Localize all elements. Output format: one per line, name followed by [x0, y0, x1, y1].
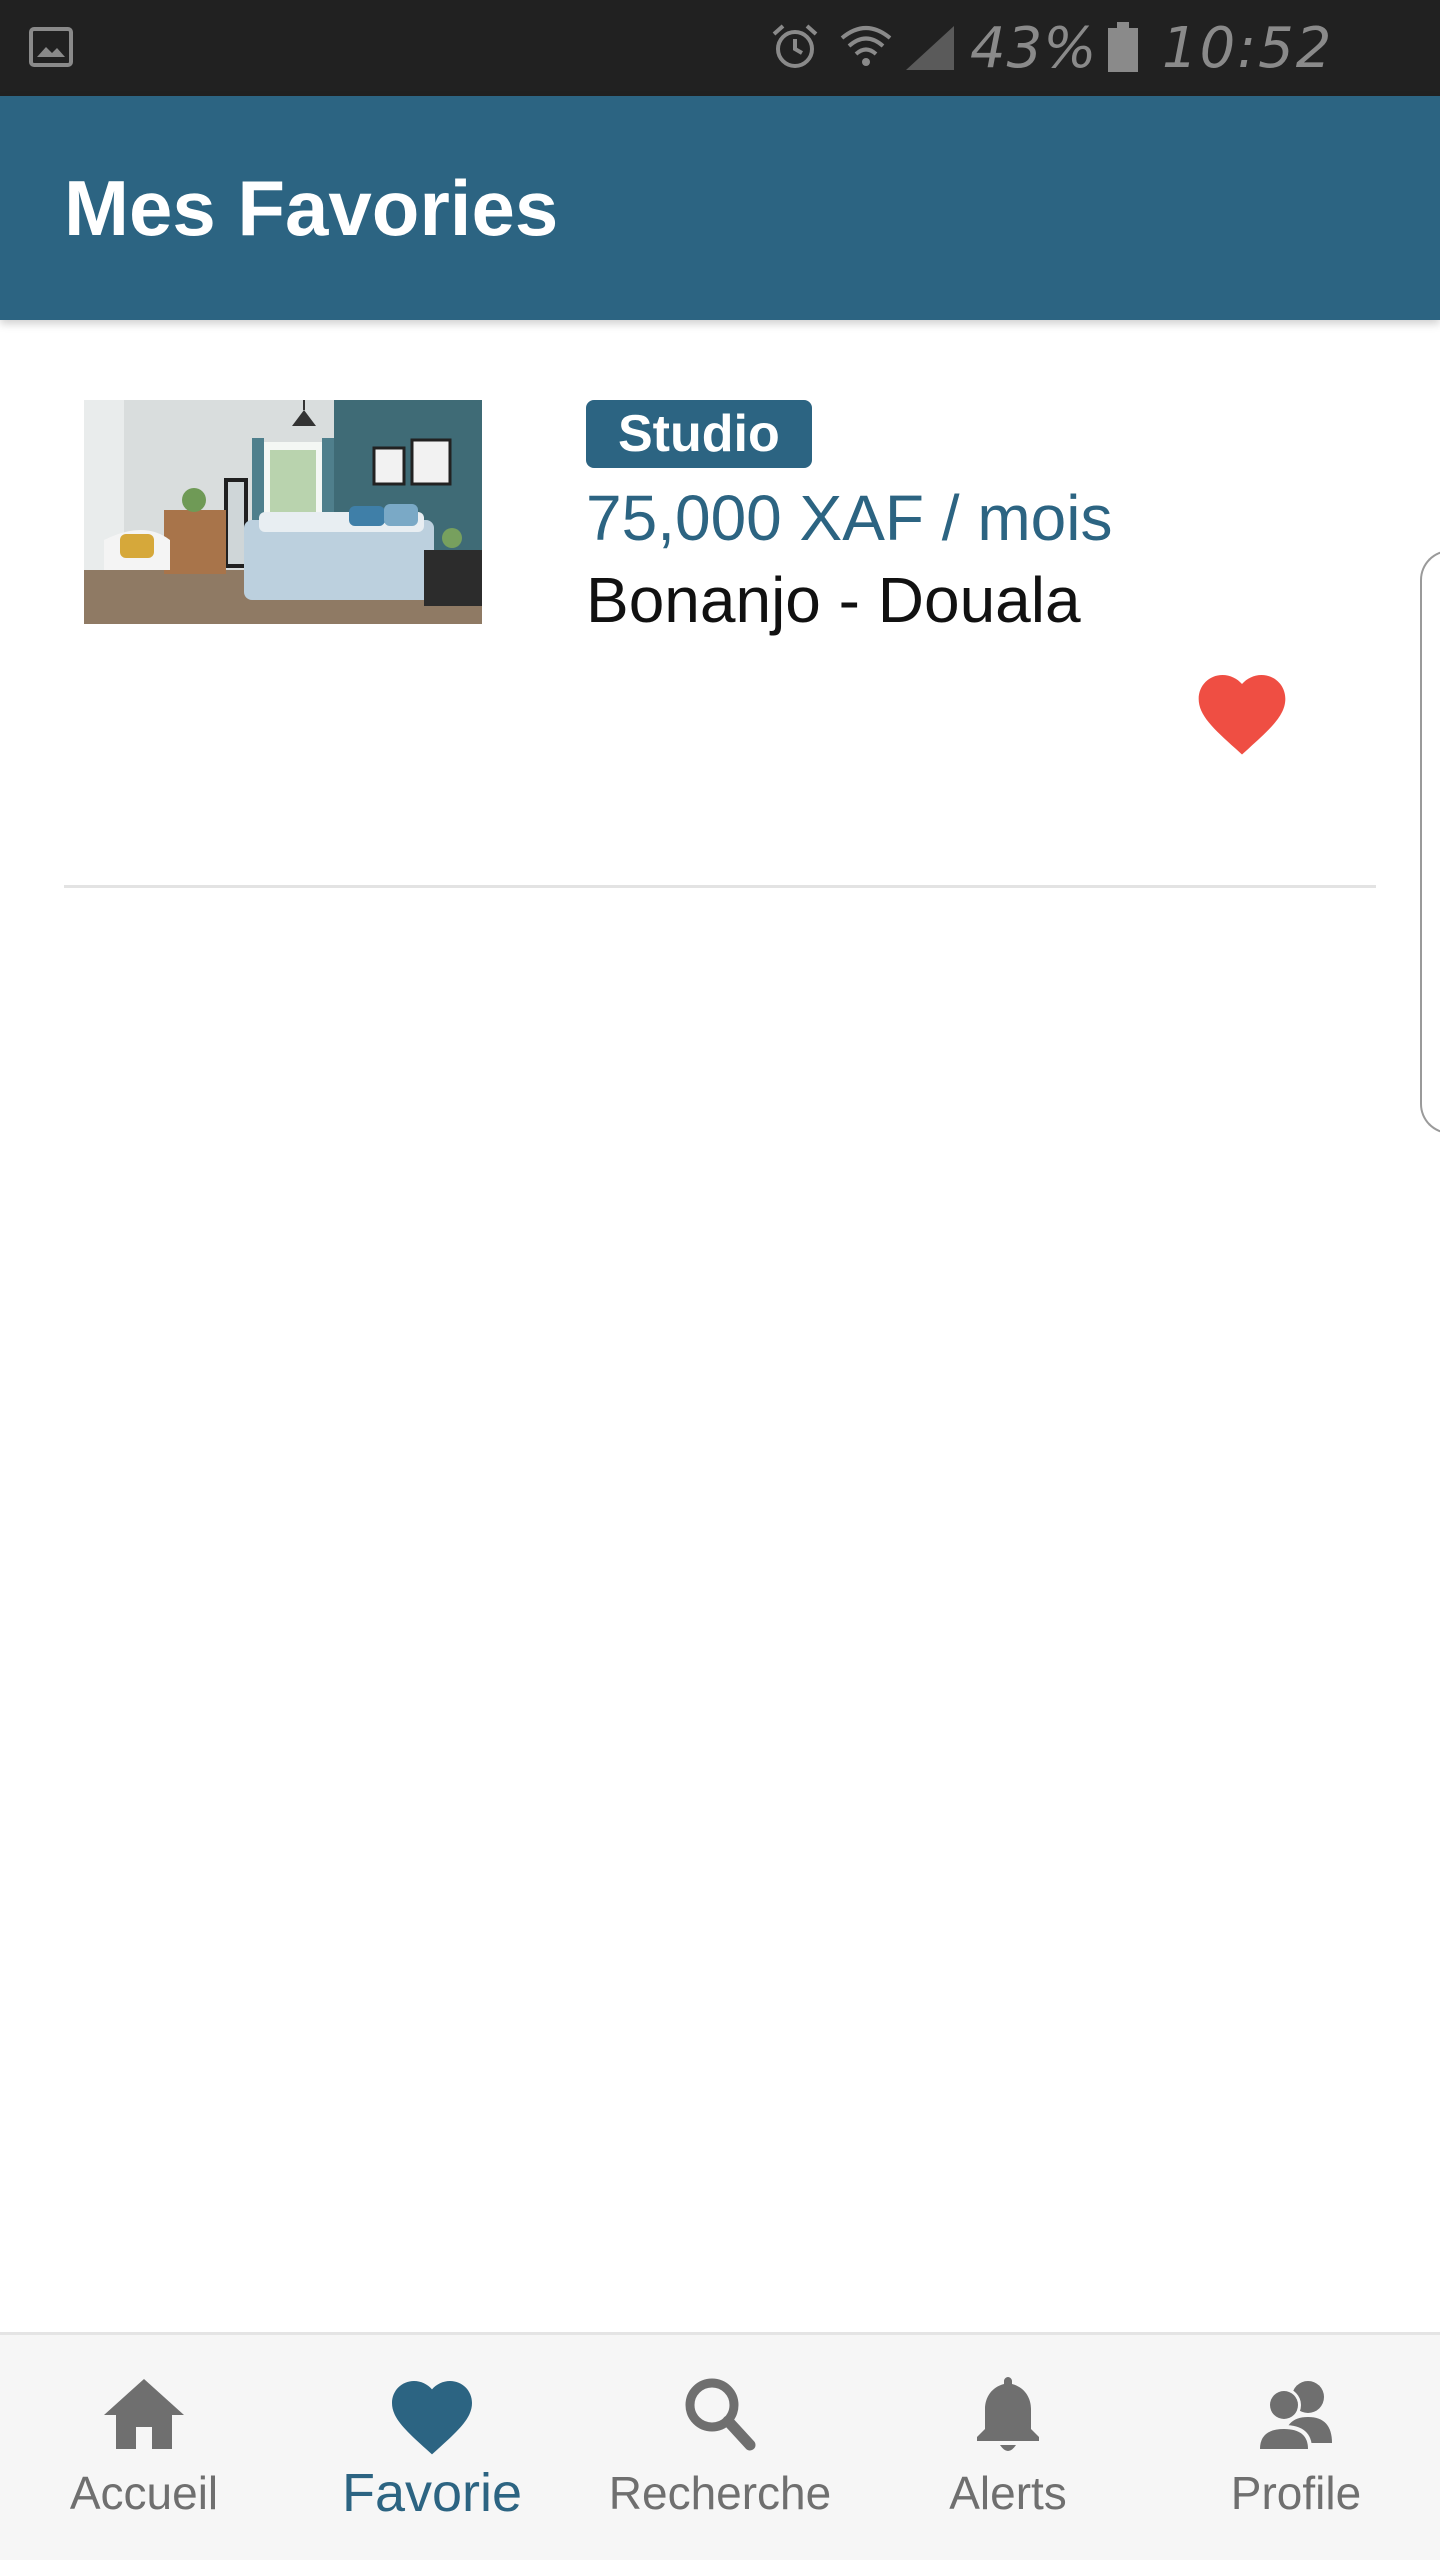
home-icon	[104, 2379, 184, 2449]
listing-location: Bonanjo - Douala	[586, 564, 1081, 636]
bottom-navigation: Accueil Favorie Recherche Alerts Profile	[0, 2332, 1440, 2560]
nav-label-accueil: Accueil	[69, 2467, 219, 2519]
users-icon	[1256, 2381, 1332, 2449]
bell-icon	[977, 2377, 1039, 2451]
battery-percentage: 43%	[970, 16, 1098, 81]
property-type-badge: Studio	[586, 400, 812, 468]
heart-icon	[392, 2381, 472, 2455]
edge-panel-handle[interactable]	[1420, 550, 1440, 1134]
listing-thumbnail[interactable]	[84, 400, 482, 624]
page-title: Mes Favories	[64, 164, 559, 252]
status-bar: 43% 10:52 AM	[0, 0, 1440, 151]
wifi-icon	[840, 26, 892, 66]
signal-icon	[906, 26, 954, 70]
listing-price: 75,000 XAF / mois	[586, 482, 1113, 554]
search-icon	[685, 2378, 756, 2451]
nav-label-recherche: Recherche	[608, 2467, 832, 2519]
nav-item-profile[interactable]: Profile	[1152, 2335, 1440, 2560]
favorite-list-item[interactable]: Studio 75,000 XAF / mois Bonanjo - Doual…	[64, 360, 1376, 888]
nav-label-alerts: Alerts	[949, 2467, 1067, 2519]
gallery-icon	[29, 27, 73, 67]
battery-icon	[1108, 22, 1138, 72]
nav-label-profile: Profile	[1230, 2467, 1362, 2519]
nav-item-alerts[interactable]: Alerts	[864, 2335, 1152, 2560]
nav-label-favorie: Favorie	[341, 2463, 523, 2523]
nav-item-recherche[interactable]: Recherche	[576, 2335, 864, 2560]
app-bar: Mes Favories	[0, 96, 1440, 320]
nav-item-favorie[interactable]: Favorie	[288, 2335, 576, 2560]
bedroom-photo	[84, 400, 482, 624]
alarm-icon	[772, 24, 818, 68]
nav-item-accueil[interactable]: Accueil	[0, 2335, 288, 2560]
status-clock: 10:52 AM	[1162, 16, 1334, 151]
favorite-heart-icon[interactable]	[1190, 662, 1294, 766]
